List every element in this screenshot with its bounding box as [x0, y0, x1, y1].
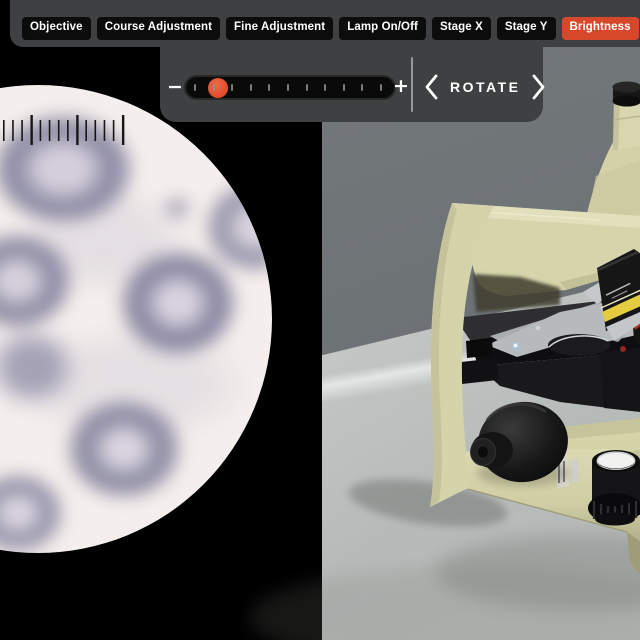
slider-tick — [268, 84, 271, 91]
toolbar-button-objective[interactable]: Objective — [22, 17, 91, 40]
brightness-slider-knob[interactable] — [207, 77, 228, 98]
ruler-short-tick — [94, 120, 97, 141]
ruler-long-tick — [76, 115, 79, 145]
toolbar-button-course-adjustment[interactable]: Course Adjustment — [96, 17, 221, 40]
ruler-short-tick — [85, 120, 87, 141]
ruler-short-tick — [21, 120, 23, 141]
focus-knobs — [470, 401, 569, 486]
ruler-short-tick — [48, 120, 51, 141]
brightness-slider-track[interactable] — [186, 77, 394, 98]
toolbar-button-lamp-on-off[interactable]: Lamp On/Off — [339, 17, 426, 40]
slider-tick — [231, 84, 234, 91]
ruler-short-tick — [12, 120, 14, 141]
measurement-ruler — [3, 115, 125, 145]
rotate-label: ROTATE — [450, 79, 521, 95]
brightness-plus-button[interactable]: + — [393, 77, 409, 96]
slider-tick — [249, 84, 252, 91]
chevron-right-icon[interactable] — [531, 74, 546, 100]
microscope-simulator-app: { "toolbar": { "buttons": [ {"id": "obje… — [0, 0, 640, 640]
ruler-short-tick — [57, 120, 60, 141]
slider-tick — [212, 84, 215, 91]
ruler-long-tick — [121, 115, 125, 145]
ruler-short-tick — [103, 120, 106, 141]
slider-tick — [287, 84, 289, 91]
slider-tick — [361, 84, 364, 91]
brightness-minus-button[interactable]: − — [167, 78, 183, 97]
slider-tick — [305, 84, 308, 91]
toolbar-button-stage-y[interactable]: Stage Y — [496, 17, 556, 40]
slider-tick — [194, 84, 196, 91]
ruler-short-tick — [67, 120, 69, 141]
ruler-short-tick — [112, 120, 115, 141]
slider-tick — [342, 84, 345, 91]
toolbar-button-fine-adjustment[interactable]: Fine Adjustment — [226, 17, 334, 40]
toolbar-button-stage-x[interactable]: Stage X — [431, 17, 491, 40]
ruler-short-tick — [3, 120, 5, 141]
chevron-left-icon[interactable] — [424, 74, 439, 100]
specimen-cells-image — [0, 85, 272, 553]
ruler-short-tick — [39, 120, 42, 141]
toolbar-button-brightness[interactable]: Brightness — [561, 17, 639, 40]
specimen-field-of-view — [0, 85, 272, 553]
ruler-long-tick — [30, 115, 33, 145]
rotate-control: ROTATE — [424, 74, 546, 100]
main-toolbar: Objective Course Adjustment Fine Adjustmen… — [10, 0, 640, 47]
panel-divider — [411, 57, 413, 112]
slider-tick — [324, 84, 327, 91]
slider-tick — [380, 84, 382, 91]
